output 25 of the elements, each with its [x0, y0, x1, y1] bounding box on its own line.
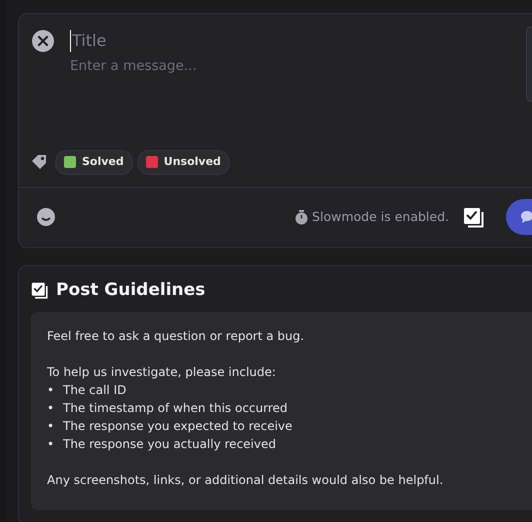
- lead-text: To help us investigate, please include:: [47, 364, 276, 380]
- bullet: •: [47, 382, 56, 398]
- bullet: •: [47, 418, 56, 434]
- bullet: •: [47, 400, 56, 416]
- slowmode-notice: Slowmode is enabled.: [312, 208, 449, 226]
- chat-icon: [520, 210, 532, 224]
- close-button[interactable]: [32, 30, 54, 52]
- tag-icon: [31, 155, 47, 170]
- tag-chip[interactable]: Solved: [55, 150, 133, 174]
- guidelines-heading: Post Guidelines: [56, 279, 206, 302]
- message-field[interactable]: Enter a message...: [70, 56, 370, 136]
- closing-text: Any screenshots, links, or additional details would also be helpful.: [47, 472, 444, 488]
- tag-chip[interactable]: Unsolved: [136, 150, 230, 174]
- guideline-item: The timestamp of when this occurred: [63, 400, 288, 416]
- guideline-item: The call ID: [63, 382, 126, 398]
- guidelines-icon: [31, 282, 48, 300]
- timer-icon: [295, 210, 308, 225]
- intro-text: Feel free to ask a question or report a bug.: [47, 328, 304, 344]
- emoji-icon[interactable]: [37, 208, 55, 226]
- guideline-item: The response you actually received: [63, 436, 276, 452]
- bullet: •: [47, 436, 56, 452]
- close-icon: [37, 35, 49, 47]
- title-field[interactable]: Title: [70, 30, 370, 52]
- guideline-item: The response you expected to receive: [63, 418, 292, 434]
- guidelines-icon[interactable]: [463, 206, 484, 228]
